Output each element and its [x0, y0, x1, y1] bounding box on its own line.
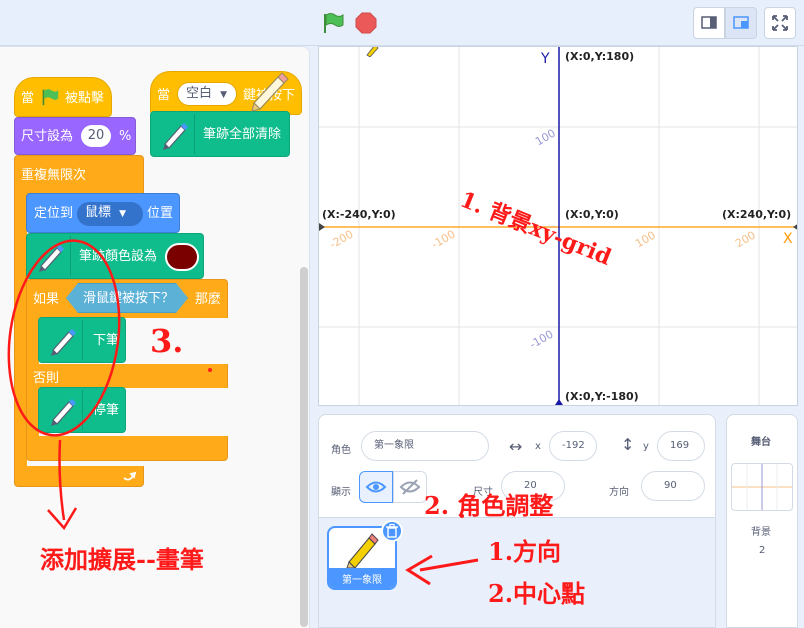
annotation-center: 2.中心點: [488, 579, 586, 608]
annotation-strokes: [7, 239, 479, 586]
annotation-extension: 添加擴展--畫筆: [40, 545, 204, 574]
annotation-3: 3.: [150, 322, 184, 360]
annotation-sprite-adjust: 2. 角色調整: [424, 491, 554, 520]
annotation-direction: 1.方向: [488, 537, 562, 566]
